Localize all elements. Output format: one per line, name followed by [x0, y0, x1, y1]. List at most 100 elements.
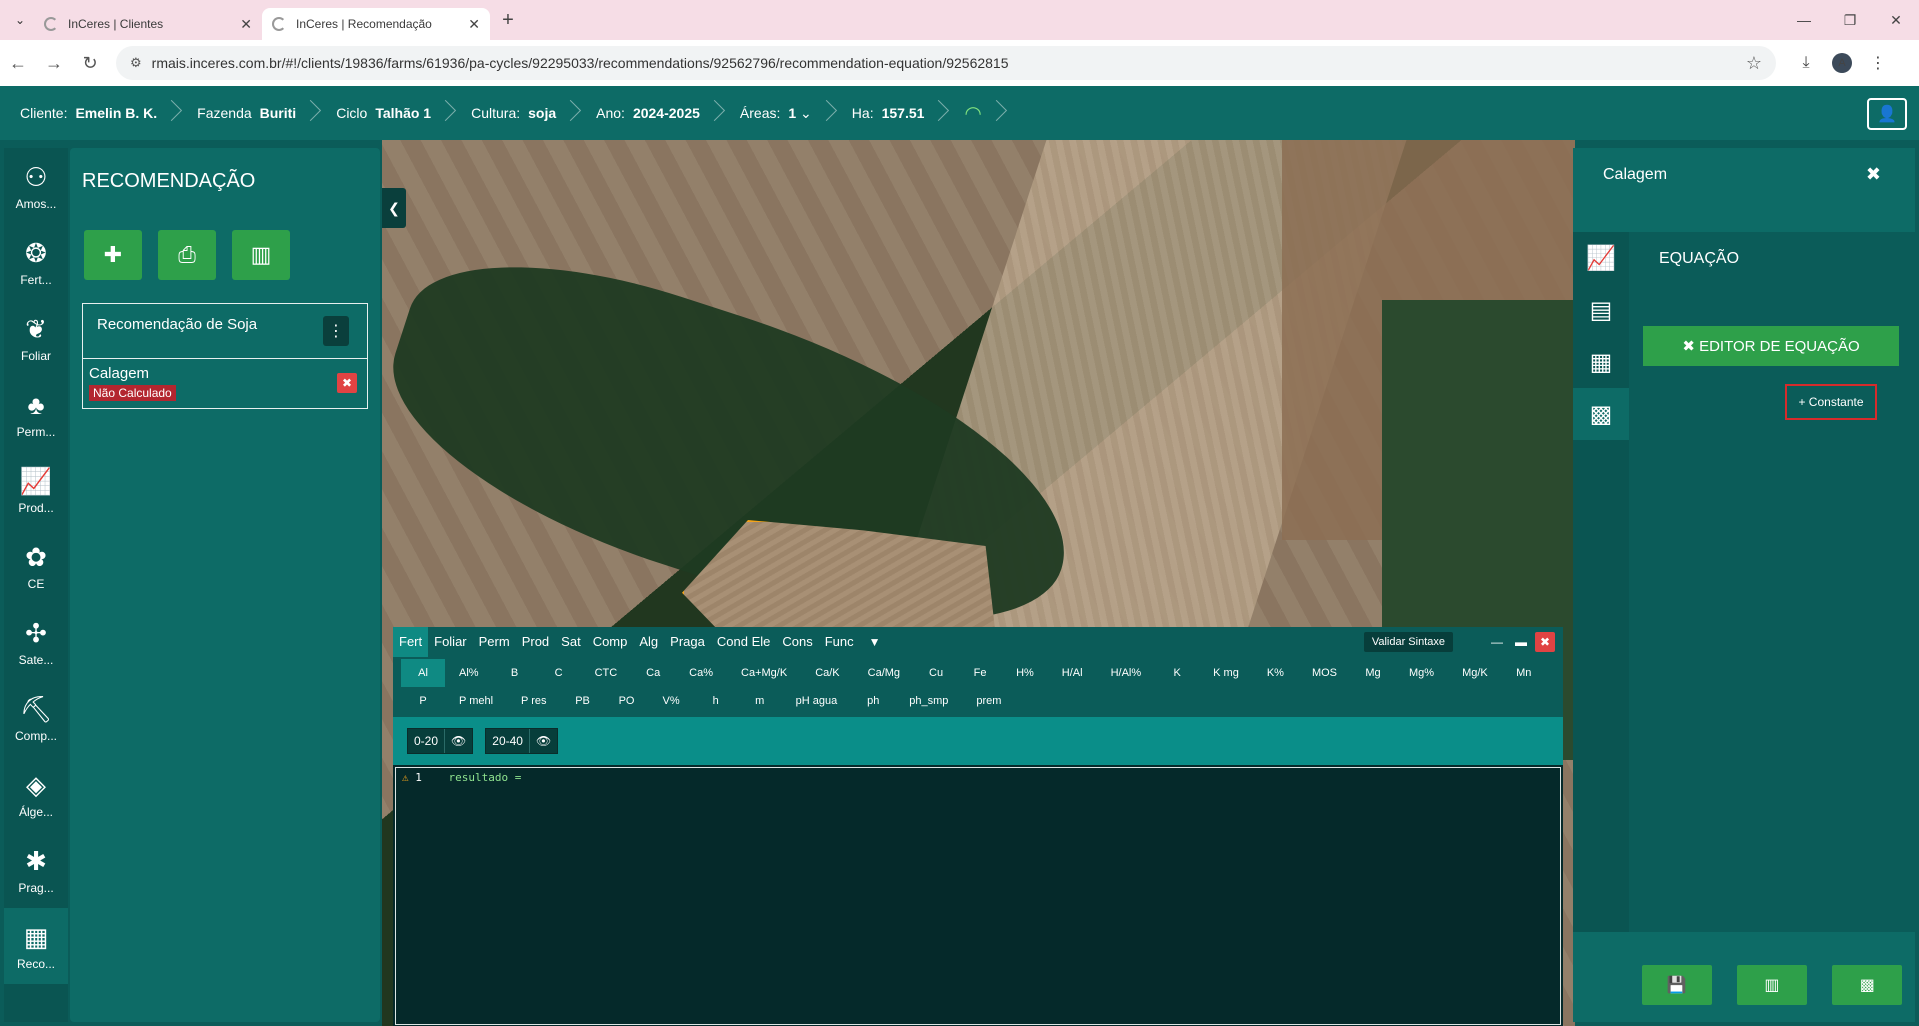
profile-avatar[interactable]: A — [1832, 53, 1852, 73]
maximize-icon[interactable]: ▬ — [1511, 632, 1531, 652]
breadcrumb-cliente[interactable]: Cliente: Emelin B. K. — [0, 86, 177, 140]
variable-chip[interactable]: Ca% — [675, 659, 727, 687]
variable-chip[interactable]: Mn — [1502, 659, 1546, 687]
minimize-icon[interactable]: — — [1487, 632, 1507, 652]
add-button[interactable]: ✚ — [84, 230, 142, 280]
close-tab-icon[interactable]: ✕ — [468, 16, 480, 33]
validate-syntax-button[interactable]: Validar Sintaxe — [1363, 632, 1453, 652]
variable-chip[interactable]: PO — [605, 687, 649, 715]
bookmark-star-icon[interactable]: ☆ — [1746, 53, 1762, 74]
variable-chip[interactable]: Ca+Mg/K — [727, 659, 801, 687]
calculate-button[interactable]: ▩ — [1832, 965, 1903, 1005]
calculator-icon[interactable]: ▩ — [1573, 388, 1629, 440]
close-icon[interactable]: ✖ — [1535, 632, 1555, 652]
variable-chip[interactable]: P — [401, 687, 445, 715]
forward-icon[interactable]: → — [36, 53, 72, 74]
user-icon[interactable]: 👤 — [1867, 98, 1907, 130]
code-editor[interactable]: ⚠ 1 resultado = — [395, 767, 1561, 1025]
tab-func[interactable]: Func — [819, 627, 860, 657]
variable-chip[interactable]: K mg — [1199, 659, 1253, 687]
variable-chip[interactable]: H/Al — [1048, 659, 1097, 687]
variable-chip[interactable]: B — [493, 659, 537, 687]
variable-chip[interactable]: CTC — [581, 659, 632, 687]
add-constant-button[interactable]: + Constante — [1785, 384, 1877, 420]
url-field[interactable]: ⚙ rmais.inceres.com.br/#!/clients/19836/… — [116, 46, 1776, 80]
variable-chip[interactable]: Ca/K — [801, 659, 853, 687]
variable-chip[interactable]: Mg% — [1395, 659, 1448, 687]
close-window-icon[interactable]: ✕ — [1873, 0, 1919, 40]
bag-icon[interactable]: ▦ — [1573, 336, 1629, 388]
rail-item-compactacao[interactable]: ⛏ Comp... — [4, 680, 68, 756]
close-icon[interactable]: ✖ — [1866, 164, 1881, 185]
variable-chip[interactable]: P res — [507, 687, 560, 715]
variable-chip[interactable]: PB — [561, 687, 605, 715]
rail-item-ce[interactable]: ✿ CE — [4, 528, 68, 604]
kebab-menu-icon[interactable]: ⋮ — [323, 316, 349, 346]
rail-item-produtividade[interactable]: 📈 Prod... — [4, 452, 68, 528]
restore-icon[interactable]: ❐ — [1827, 0, 1873, 40]
rail-item-amostragem[interactable]: ⚇ Amos... — [4, 148, 68, 224]
close-tab-icon[interactable]: ✕ — [240, 16, 252, 33]
variable-chip[interactable]: P mehl — [445, 687, 507, 715]
variable-chip[interactable]: V% — [649, 687, 694, 715]
variable-chip[interactable]: Mg/K — [1448, 659, 1502, 687]
card-header[interactable]: Recomendação de Soja ⋮ — [83, 304, 367, 359]
rail-item-recomendacao[interactable]: ▦ Reco... — [4, 908, 68, 984]
tab-alg[interactable]: Alg — [633, 627, 664, 657]
tab-comp[interactable]: Comp — [587, 627, 634, 657]
variable-chip[interactable]: Fe — [958, 659, 1002, 687]
rail-item-satelite[interactable]: ✣ Sate... — [4, 604, 68, 680]
library-button[interactable]: ▥ — [1736, 965, 1807, 1005]
variable-chip[interactable]: Ca/Mg — [854, 659, 914, 687]
breadcrumb-cultura[interactable]: Cultura: soja — [451, 86, 576, 140]
variable-chip[interactable]: Cu — [914, 659, 958, 687]
tab-sat[interactable]: Sat — [555, 627, 587, 657]
tab-search-icon[interactable]: ⌄ — [6, 6, 34, 34]
browser-tab-recomendacao[interactable]: InCeres | Recomendação ✕ — [262, 8, 490, 40]
breadcrumb-ano[interactable]: Ano: 2024-2025 — [576, 86, 720, 140]
variable-chip[interactable]: K% — [1253, 659, 1298, 687]
tab-praga[interactable]: Praga — [664, 627, 711, 657]
tab-fert[interactable]: Fert — [393, 627, 429, 657]
rail-item-pragas[interactable]: ✱ Prag... — [4, 832, 68, 908]
variable-chip[interactable]: Ca — [631, 659, 675, 687]
variable-chip[interactable]: C — [537, 659, 581, 687]
collapse-panel-icon[interactable]: ❮ — [382, 188, 406, 228]
back-icon[interactable]: ← — [0, 53, 36, 74]
chevron-down-icon[interactable]: ▼ — [860, 635, 890, 649]
eye-icon[interactable]: 👁 — [444, 729, 472, 753]
variable-chip[interactable]: m — [738, 687, 782, 715]
variable-chip[interactable]: pH agua — [782, 687, 852, 715]
rail-item-fertilidade[interactable]: ❂ Fert... — [4, 224, 68, 300]
chart-line-icon[interactable]: 📈 — [1573, 232, 1629, 284]
tab-foliar[interactable]: Foliar — [428, 627, 473, 657]
variable-chip[interactable]: Al% — [445, 659, 493, 687]
variable-chip[interactable]: h — [694, 687, 738, 715]
tab-cons[interactable]: Cons — [776, 627, 818, 657]
browser-tab-clientes[interactable]: InCeres | Clientes ✕ — [34, 8, 262, 40]
recommendation-item[interactable]: Calagem Não Calculado ✖ — [83, 359, 367, 407]
variable-chip[interactable]: ph — [851, 687, 895, 715]
eye-icon[interactable]: 👁 — [528, 729, 557, 753]
minimize-icon[interactable]: — — [1781, 0, 1827, 40]
site-info-icon[interactable]: ⚙ — [130, 55, 142, 71]
download-icon[interactable]: ⤓ — [1788, 54, 1824, 72]
variable-chip[interactable]: H% — [1002, 659, 1048, 687]
rail-item-algebra[interactable]: ◈ Álge... — [4, 756, 68, 832]
equation-editor-button[interactable]: ✖ EDITOR DE EQUAÇÃO — [1643, 326, 1899, 366]
reload-icon[interactable]: ↻ — [72, 53, 108, 74]
variable-chip[interactable]: ph_smp — [895, 687, 962, 715]
browser-menu-icon[interactable]: ⋮ — [1860, 53, 1896, 73]
paint-roller-icon[interactable]: ▤ — [1573, 284, 1629, 336]
new-tab-button[interactable]: + — [494, 9, 522, 32]
breadcrumb-areas[interactable]: Áreas: 1 ⌄ — [720, 86, 832, 140]
depth-0-20[interactable]: 0-20 👁 — [407, 728, 474, 754]
variable-chip[interactable]: prem — [962, 687, 1015, 715]
variable-chip[interactable]: H/Al% — [1097, 659, 1156, 687]
tab-cond-ele[interactable]: Cond Ele — [711, 627, 776, 657]
delete-icon[interactable]: ✖ — [337, 373, 357, 393]
variable-chip[interactable]: Mg — [1351, 659, 1395, 687]
breadcrumb-fazenda[interactable]: Fazenda Buriti — [177, 86, 316, 140]
tab-prod[interactable]: Prod — [516, 627, 555, 657]
tab-perm[interactable]: Perm — [473, 627, 516, 657]
